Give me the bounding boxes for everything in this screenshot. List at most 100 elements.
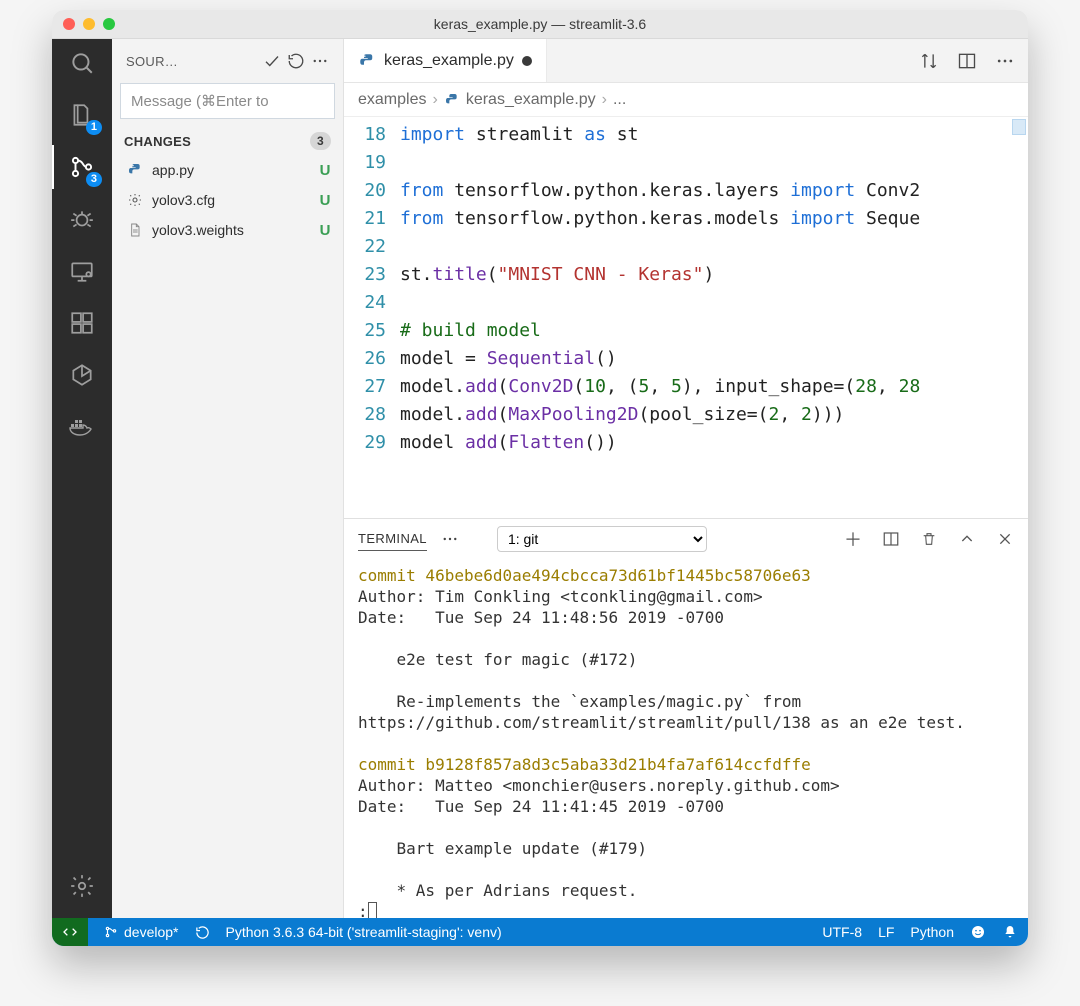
explorer-badge: 1 — [86, 120, 102, 135]
code-line[interactable]: 26model = Sequential() — [344, 345, 1028, 373]
python-icon — [444, 92, 460, 108]
traffic-lights — [63, 18, 115, 30]
activity-remote[interactable] — [68, 257, 96, 285]
changes-label: CHANGES — [124, 134, 191, 149]
code-line[interactable]: 18import streamlit as st — [344, 121, 1028, 149]
sidebar-header: SOUR… — [112, 39, 343, 83]
changes-list: app.py Uyolov3.cfg Uyolov3.weightsU — [112, 155, 343, 245]
editor-more-icon[interactable] — [994, 50, 1016, 72]
code-line[interactable]: 20from tensorflow.python.keras.layers im… — [344, 177, 1028, 205]
python-icon — [358, 52, 376, 70]
status-remote[interactable] — [52, 918, 88, 946]
change-status: U — [317, 192, 333, 209]
code-line[interactable]: 25# build model — [344, 317, 1028, 345]
code-line[interactable]: 19 — [344, 149, 1028, 177]
code-line[interactable]: 23st.title("MNIST CNN - Keras") — [344, 261, 1028, 289]
line-number: 24 — [344, 289, 400, 317]
code-line[interactable]: 28model.add(MaxPooling2D(pool_size=(2, 2… — [344, 401, 1028, 429]
breadcrumb[interactable]: examples › keras_example.py › ... — [344, 83, 1028, 117]
sidebar-scm: SOUR… Message (⌘Enter to CHANGES 3 app. — [112, 39, 344, 918]
line-number: 28 — [344, 401, 400, 429]
terminal-cursor — [368, 902, 377, 918]
status-feedback-icon[interactable] — [970, 924, 986, 940]
more-icon[interactable] — [311, 52, 335, 70]
activity-debug[interactable] — [68, 205, 96, 233]
change-name: app.py — [152, 162, 309, 178]
line-number: 22 — [344, 233, 400, 261]
changes-count: 3 — [310, 132, 331, 150]
terminal-panel: TERMINAL 1: git ＋ — [344, 518, 1028, 918]
activity-extensions[interactable] — [68, 309, 96, 337]
status-bar: develop* Python 3.6.3 64-bit ('streamlit… — [52, 918, 1028, 946]
commit-message-input[interactable]: Message (⌘Enter to — [120, 83, 335, 119]
tab-bar: keras_example.py — [344, 39, 1028, 83]
panel-more-icon[interactable] — [441, 530, 459, 548]
maximize-panel-icon[interactable] — [958, 526, 976, 552]
panel-tab-terminal[interactable]: TERMINAL — [358, 527, 427, 551]
activity-docker[interactable] — [68, 413, 96, 441]
tab-keras-example[interactable]: keras_example.py — [344, 39, 547, 82]
minimap[interactable] — [1012, 119, 1026, 135]
activity-search[interactable] — [68, 49, 96, 77]
change-item[interactable]: yolov3.weightsU — [112, 215, 343, 245]
line-number: 19 — [344, 149, 400, 177]
line-number: 26 — [344, 345, 400, 373]
new-terminal-icon[interactable]: ＋ — [844, 526, 862, 552]
code-line[interactable]: 27model.add(Conv2D(10, (5, 5), input_sha… — [344, 373, 1028, 401]
terminal-output[interactable]: commit 46bebe6d0ae494cbcca73d61bf1445bc5… — [344, 559, 1028, 918]
code-line[interactable]: 29model add(Flatten()) — [344, 429, 1028, 457]
status-eol[interactable]: LF — [878, 924, 894, 940]
file-icon — [126, 221, 144, 239]
change-status: U — [317, 162, 333, 179]
status-language[interactable]: Python — [910, 924, 954, 940]
status-notifications-icon[interactable] — [1002, 924, 1018, 940]
status-interpreter[interactable]: Python 3.6.3 64-bit ('streamlit-staging'… — [226, 924, 502, 940]
status-branch[interactable]: develop* — [104, 924, 179, 940]
code-line[interactable]: 21from tensorflow.python.keras.models im… — [344, 205, 1028, 233]
tab-label: keras_example.py — [384, 52, 514, 70]
crumb-more[interactable]: ... — [613, 91, 626, 109]
maximize-window-button[interactable] — [103, 18, 115, 30]
changes-section-header[interactable]: CHANGES 3 — [112, 127, 343, 155]
window-title: keras_example.py — streamlit-3.6 — [434, 16, 646, 32]
vscode-window: keras_example.py — streamlit-3.6 1 3 — [52, 10, 1028, 946]
titlebar: keras_example.py — streamlit-3.6 — [52, 10, 1028, 39]
compare-changes-icon[interactable] — [918, 50, 940, 72]
activity-liveshare[interactable] — [68, 361, 96, 389]
close-window-button[interactable] — [63, 18, 75, 30]
status-encoding[interactable]: UTF-8 — [822, 924, 862, 940]
crumb-file[interactable]: keras_example.py — [466, 91, 596, 109]
code-line[interactable]: 22 — [344, 233, 1028, 261]
code-line[interactable]: 24 — [344, 289, 1028, 317]
code-editor[interactable]: 18import streamlit as st1920from tensorf… — [344, 117, 1028, 518]
split-editor-icon[interactable] — [956, 50, 978, 72]
change-name: yolov3.weights — [152, 222, 309, 238]
gear-icon — [126, 191, 144, 209]
close-panel-icon[interactable] — [996, 526, 1014, 552]
line-number: 20 — [344, 177, 400, 205]
change-item[interactable]: app.py U — [112, 155, 343, 185]
dirty-indicator — [522, 56, 532, 66]
commit-icon[interactable] — [263, 52, 287, 70]
activity-settings[interactable] — [68, 872, 96, 900]
sidebar-title: SOUR… — [126, 54, 178, 69]
status-sync[interactable] — [195, 925, 210, 940]
refresh-icon[interactable] — [287, 52, 311, 70]
terminal-select[interactable]: 1: git — [497, 526, 707, 552]
minimize-window-button[interactable] — [83, 18, 95, 30]
line-number: 21 — [344, 205, 400, 233]
crumb-examples[interactable]: examples — [358, 91, 426, 109]
split-terminal-icon[interactable] — [882, 526, 900, 552]
activity-bar: 1 3 — [52, 39, 112, 918]
kill-terminal-icon[interactable] — [920, 526, 938, 552]
python-icon — [126, 161, 144, 179]
line-number: 23 — [344, 261, 400, 289]
activity-scm[interactable]: 3 — [68, 153, 96, 181]
activity-explorer[interactable]: 1 — [68, 101, 96, 129]
change-name: yolov3.cfg — [152, 192, 309, 208]
line-number: 18 — [344, 121, 400, 149]
line-number: 27 — [344, 373, 400, 401]
scm-badge: 3 — [86, 172, 102, 187]
change-item[interactable]: yolov3.cfg U — [112, 185, 343, 215]
line-number: 29 — [344, 429, 400, 457]
